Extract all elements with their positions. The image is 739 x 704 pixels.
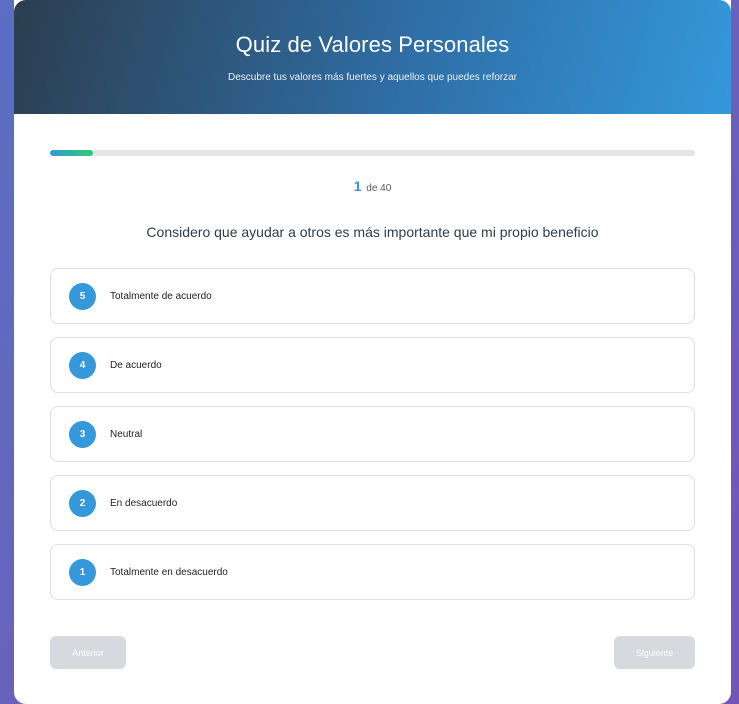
quiz-header: Quiz de Valores Personales Descubre tus … <box>14 0 731 114</box>
answer-options: 5 Totalmente de acuerdo 4 De acuerdo 3 N… <box>50 268 695 613</box>
option-en-desacuerdo[interactable]: 2 En desacuerdo <box>50 475 695 531</box>
option-number-badge: 1 <box>69 558 96 586</box>
option-neutral[interactable]: 3 Neutral <box>50 406 695 462</box>
progress-bar-fill <box>50 150 93 156</box>
option-label: Totalmente de acuerdo <box>110 290 212 302</box>
option-de-acuerdo[interactable]: 4 De acuerdo <box>50 337 695 393</box>
option-number-badge: 2 <box>69 489 96 517</box>
current-question-number: 1 <box>353 178 362 194</box>
total-questions-text: de 40 <box>366 183 392 194</box>
option-label: De acuerdo <box>110 359 162 371</box>
quiz-title: Quiz de Valores Personales <box>235 32 510 57</box>
option-number-badge: 5 <box>69 282 96 310</box>
quiz-subtitle: Descubre tus valores más fuertes y aquel… <box>227 72 518 83</box>
option-number-badge: 4 <box>69 351 96 379</box>
option-label: En desacuerdo <box>110 497 178 509</box>
option-totalmente-en-desacuerdo[interactable]: 1 Totalmente en desacuerdo <box>50 544 695 600</box>
quiz-card: Quiz de Valores Personales Descubre tus … <box>14 0 731 704</box>
progress-bar <box>50 150 695 156</box>
option-totalmente-de-acuerdo[interactable]: 5 Totalmente de acuerdo <box>50 268 695 324</box>
previous-button[interactable]: Anterior <box>50 636 126 669</box>
option-number-badge: 3 <box>69 420 96 448</box>
question-text: Considero que ayudar a otros es más impo… <box>146 224 599 240</box>
question-counter: 1 de 40 <box>14 178 731 194</box>
next-button[interactable]: Siguiente <box>614 636 695 669</box>
option-label: Neutral <box>110 428 143 440</box>
option-label: Totalmente en desacuerdo <box>110 566 228 578</box>
